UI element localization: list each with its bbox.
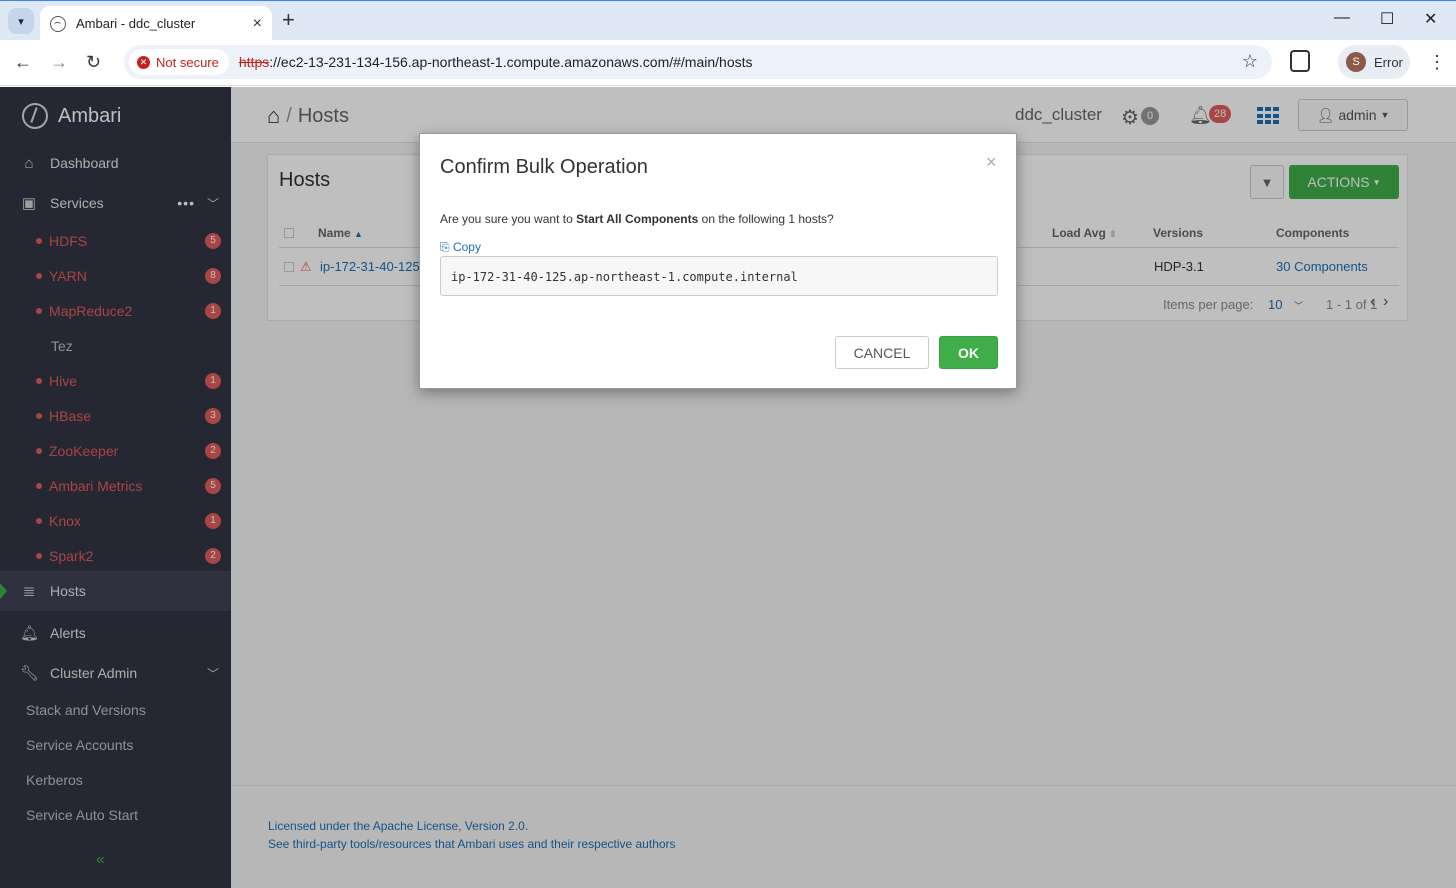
profile-button[interactable]: S Error (1338, 45, 1410, 79)
msg-action: Start All Components (576, 212, 699, 226)
copy-label: Copy (452, 240, 481, 254)
maximize-icon[interactable]: ☐ (1380, 9, 1394, 29)
minimize-icon[interactable]: — (1334, 9, 1350, 27)
confirm-bulk-operation-dialog: Confirm Bulk Operation × Are you sure yo… (419, 133, 1017, 389)
error-icon: ✕ (137, 55, 150, 69)
forward-icon[interactable]: → (50, 52, 68, 73)
reload-icon[interactable]: ↻ (86, 52, 101, 73)
bookmark-star-icon[interactable]: ☆ (1242, 51, 1258, 72)
close-window-icon[interactable]: ✕ (1424, 9, 1437, 29)
address-bar: ← → ↻ ✕ Not secure https://ec2-13-231-13… (0, 40, 1456, 86)
msg-suffix: on the following 1 hosts? (698, 212, 834, 226)
copy-icon: ⎘ (440, 240, 450, 254)
back-icon[interactable]: ← (14, 52, 32, 73)
ambari-favicon-icon (50, 15, 66, 32)
extensions-icon[interactable] (1290, 50, 1310, 72)
tab-close-icon[interactable]: × (253, 15, 262, 33)
tab-title: Ambari - ddc_cluster (76, 16, 196, 31)
profile-status: Error (1374, 54, 1403, 70)
browser-tab[interactable]: Ambari - ddc_cluster × (40, 6, 272, 41)
msg-prefix: Are you sure you want to (440, 212, 577, 226)
cancel-button[interactable]: CANCEL (835, 336, 929, 369)
modal-message: Are you sure you want to Start All Compo… (440, 212, 834, 226)
copy-link[interactable]: ⎘ Copy (440, 240, 481, 255)
url-rest: ://ec2-13-231-134-156.ap-northeast-1.com… (269, 54, 753, 70)
omnibox[interactable]: ✕ Not secure https://ec2-13-231-134-156.… (124, 45, 1272, 79)
tab-search-button[interactable]: ▾ (8, 8, 34, 34)
browser-tab-bar: ▾ Ambari - ddc_cluster × + — ☐ ✕ (0, 0, 1456, 41)
browser-menu-icon[interactable]: ⋮ (1428, 52, 1446, 73)
avatar: S (1346, 52, 1366, 72)
close-icon[interactable]: × (986, 152, 997, 173)
ok-button[interactable]: OK (939, 336, 998, 369)
host-list-textarea[interactable]: ip-172-31-40-125.ap-northeast-1.compute.… (440, 256, 998, 296)
url-text[interactable]: https://ec2-13-231-134-156.ap-northeast-… (239, 54, 753, 70)
new-tab-icon[interactable]: + (282, 9, 295, 31)
security-chip[interactable]: ✕ Not secure (129, 49, 229, 75)
url-scheme: https (238, 54, 270, 70)
modal-title: Confirm Bulk Operation (440, 156, 648, 178)
security-chip-label: Not secure (156, 54, 219, 70)
